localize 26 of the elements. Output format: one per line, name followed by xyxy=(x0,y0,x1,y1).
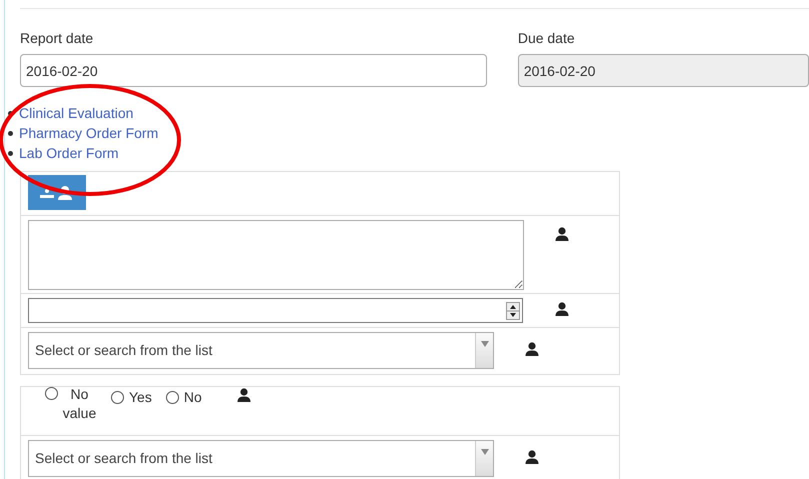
person-icon xyxy=(236,387,252,403)
field-label: Report date xyxy=(20,30,94,46)
radio-label: Yes xyxy=(129,388,152,407)
field-label: Due date xyxy=(518,30,576,46)
bullet-icon xyxy=(8,130,13,136)
radio-label: No value xyxy=(62,385,97,423)
caret-icon xyxy=(480,341,488,347)
form-link[interactable]: Clinical Evaluation xyxy=(19,103,134,123)
person-icon xyxy=(554,226,570,242)
date-field[interactable]: 2016-02-20 xyxy=(20,54,487,87)
select-field[interactable]: Select or search from the list xyxy=(28,332,494,369)
caret-icon xyxy=(480,449,488,455)
bullet-icon xyxy=(8,150,13,156)
radio-label: No xyxy=(184,388,202,407)
people-icon xyxy=(39,184,75,200)
person-icon xyxy=(524,341,540,357)
radio-button[interactable] xyxy=(111,391,124,404)
person-icon xyxy=(554,301,570,317)
person-icon xyxy=(524,449,540,465)
radio-button[interactable] xyxy=(166,391,179,404)
select-field[interactable]: Select or search from the list xyxy=(28,440,494,477)
spinner-icon xyxy=(506,302,520,320)
form-link[interactable]: Pharmacy Order Form xyxy=(19,123,158,143)
number-field[interactable] xyxy=(28,298,523,323)
radio-button[interactable] xyxy=(45,387,58,400)
form-link[interactable]: Lab Order Form xyxy=(19,143,119,163)
